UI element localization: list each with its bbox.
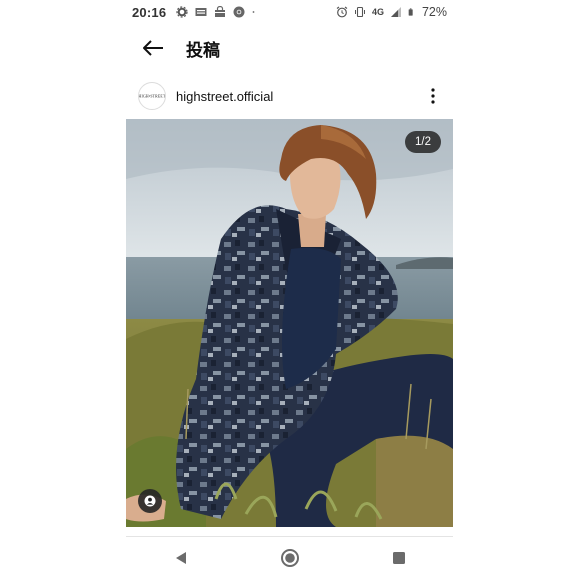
post-header: HIGH•STREET highstreet.official — [126, 78, 453, 114]
divider — [126, 536, 453, 537]
photo-scene — [126, 119, 453, 527]
nav-home-button[interactable] — [275, 543, 305, 573]
tagged-users-button[interactable] — [138, 489, 162, 513]
notification-icons — [176, 6, 258, 18]
alarm-icon — [336, 6, 348, 18]
page-title: 投稿 — [186, 40, 220, 61]
svg-text:HIGH•STREET: HIGH•STREET — [139, 95, 165, 99]
settings-icon — [176, 6, 188, 18]
shopping-bag-icon — [215, 6, 226, 17]
more-options-button[interactable] — [425, 84, 441, 108]
user-tag-icon — [144, 495, 156, 507]
network-type: 4G — [371, 7, 384, 17]
battery-percent: 72% — [421, 5, 447, 19]
dot-icon — [252, 11, 255, 13]
status-bar: 20:16 4G 72% — [126, 0, 453, 24]
signal-icon — [390, 7, 401, 17]
post-photo[interactable]: 1/2 — [126, 119, 453, 527]
news-app-icon — [195, 8, 207, 16]
more-vertical-icon — [431, 88, 435, 104]
username-link[interactable]: highstreet.official — [176, 89, 273, 104]
status-time: 20:16 — [132, 4, 167, 20]
back-triangle-icon — [175, 552, 186, 564]
avatar[interactable]: HIGH•STREET — [138, 82, 166, 110]
back-button[interactable] — [138, 33, 168, 63]
nav-back-button[interactable] — [166, 543, 196, 573]
system-nav-bar — [126, 540, 453, 576]
vibrate-icon — [354, 6, 365, 18]
nav-recents-button[interactable] — [384, 543, 414, 573]
highstreet-logo: HIGH•STREET — [139, 95, 165, 99]
battery-icon — [408, 8, 413, 16]
home-circle-icon — [280, 549, 299, 567]
image-counter-badge: 1/2 — [405, 131, 441, 153]
app-header: 投稿 — [126, 28, 453, 68]
chrome-icon — [233, 6, 245, 18]
recents-square-icon — [392, 552, 405, 564]
arrow-left-icon — [143, 40, 163, 56]
system-icons: 4G 72% — [336, 5, 447, 19]
